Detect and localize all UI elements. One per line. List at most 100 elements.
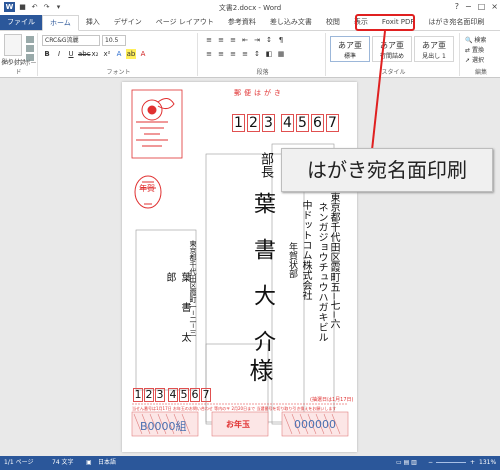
style-normal[interactable]: あア亜 標準: [330, 36, 370, 62]
sender-zip-digit-7: 7: [201, 388, 211, 402]
help-button[interactable]: ?: [455, 0, 459, 14]
stamp-frame: [131, 89, 183, 159]
tab-mailings[interactable]: 差し込み文書: [263, 15, 319, 30]
italic-button[interactable]: I: [54, 49, 64, 59]
close-button[interactable]: ×: [491, 0, 498, 14]
recipient-title: 部長: [258, 152, 273, 178]
tab-file[interactable]: ファイル: [0, 15, 42, 30]
postcard-header: 郵便はがき: [234, 89, 284, 97]
select-label: 選択: [471, 57, 484, 64]
recipient-department: 年賀状部: [287, 242, 297, 278]
style-heading-1[interactable]: あア亜 見出し 1: [414, 36, 454, 62]
status-page[interactable]: 1/1 ページ: [4, 456, 33, 470]
tab-design[interactable]: デザイン: [107, 15, 149, 30]
font-name-combo[interactable]: CRC&G流麗: [42, 35, 100, 46]
ribbon: 貼り付け クリップボード CRC&G流麗 10.5 B I U abc x₂ x…: [0, 31, 500, 78]
superscript-button[interactable]: x²: [102, 49, 112, 59]
status-language[interactable]: 日本語: [98, 456, 116, 470]
decrease-indent-icon[interactable]: ⇤: [240, 35, 250, 45]
increase-indent-icon[interactable]: ⇥: [252, 35, 262, 45]
font-size-combo[interactable]: 10.5: [102, 35, 126, 46]
sender-name: 葉書太郎: [164, 272, 190, 362]
tab-insert[interactable]: 挿入: [79, 15, 107, 30]
replace-button[interactable]: ⇄ 置換: [465, 45, 484, 54]
highlight-icon[interactable]: ab: [126, 49, 136, 59]
numbering-icon[interactable]: ≡: [216, 35, 226, 45]
copy-icon[interactable]: [26, 45, 34, 52]
styles-group-label: スタイル: [381, 69, 406, 76]
paste-button[interactable]: [4, 34, 22, 56]
select-button[interactable]: ➚ 選択: [465, 55, 484, 64]
find-button[interactable]: 🔍 検索: [465, 35, 486, 44]
underline-button[interactable]: U: [66, 49, 76, 59]
tab-references[interactable]: 参考資料: [221, 15, 263, 30]
subscript-button[interactable]: x₂: [90, 49, 100, 59]
callout-label: はがき宛名面印刷: [281, 148, 493, 192]
view-buttons[interactable]: ▭ ▤ ▥: [396, 456, 417, 470]
stamp-text: 年賀: [139, 184, 155, 193]
zip-digit-3: 3: [262, 114, 275, 132]
bullets-icon[interactable]: ≡: [204, 35, 214, 45]
recipient-company: 中ドットコム株式会社: [300, 200, 311, 300]
borders-icon[interactable]: ▦: [276, 49, 286, 59]
align-left-icon[interactable]: ≡: [204, 49, 214, 59]
strike-button[interactable]: abc: [78, 49, 91, 59]
quick-access-toolbar: W ■ ↶ ↷ ▾: [0, 2, 63, 12]
minimize-button[interactable]: −: [465, 0, 472, 14]
text-effect-icon[interactable]: A: [114, 49, 124, 59]
clipboard-group-label: クリップボード: [0, 60, 37, 76]
multilevel-icon[interactable]: ≡: [228, 35, 238, 45]
customize-qat-icon[interactable]: ▾: [54, 3, 63, 12]
zip-digit-2: 2: [247, 114, 260, 132]
align-center-icon[interactable]: ≡: [216, 49, 226, 59]
status-bar: 1/1 ページ 74 文字 ▣ 日本語 ▭ ▤ ▥ − + 131%: [0, 456, 500, 470]
sender-zip-digit-2: 2: [144, 388, 154, 402]
paragraph-group: ≡ ≡ ≡ ⇤ ⇥ ↕ ¶ ≡ ≡ ≡ ≡ ↕ ◧ ▦ 段落: [200, 33, 326, 76]
find-label: 検索: [474, 37, 487, 44]
tab-page-layout[interactable]: ページ レイアウト: [149, 15, 221, 30]
zip-digit-5: 5: [296, 114, 309, 132]
zip-digit-1: 1: [232, 114, 245, 132]
ribbon-tabs: ファイル ホーム 挿入 デザイン ページ レイアウト 参考資料 差し込み文書 校…: [0, 14, 500, 31]
sender-zip-digit-4: 4: [168, 388, 178, 402]
save-icon[interactable]: ■: [18, 3, 27, 12]
sort-icon[interactable]: ↕: [264, 35, 274, 45]
tab-postcard-address-print[interactable]: はがき宛名面印刷: [421, 15, 491, 30]
zip-digit-4: 4: [281, 114, 294, 132]
tab-review[interactable]: 校閲: [319, 15, 347, 30]
proofing-icon[interactable]: ▣: [86, 456, 92, 470]
stamp-flower-center: [147, 105, 157, 115]
undo-icon[interactable]: ↶: [30, 3, 39, 12]
zoom-out-button[interactable]: −: [428, 456, 433, 470]
maximize-button[interactable]: □: [478, 0, 486, 14]
bold-button[interactable]: B: [42, 49, 52, 59]
style-no-spacing[interactable]: あア亜 行間詰め: [372, 36, 412, 62]
lottery-date-note: (抽選日は1月17日): [310, 397, 354, 403]
line-spacing-icon[interactable]: ↕: [252, 49, 262, 59]
tab-home[interactable]: ホーム: [42, 15, 79, 31]
postcard-page[interactable]: 郵便はがき 1 2 3 4 5 6 7 年賀 東京都千代田区霞町五−七−六 ネン…: [122, 82, 357, 452]
style-no-spacing-name: 行間詰め: [379, 53, 404, 60]
show-marks-icon[interactable]: ¶: [276, 35, 286, 45]
style-heading-1-preview: あア亜: [422, 41, 446, 50]
style-no-spacing-preview: あア亜: [380, 41, 404, 50]
zoom-level[interactable]: 131%: [479, 456, 496, 470]
sender-zip-digit-5: 5: [179, 388, 189, 402]
style-normal-name: 標準: [343, 53, 356, 60]
redo-icon[interactable]: ↷: [42, 3, 51, 12]
justify-icon[interactable]: ≡: [240, 49, 250, 59]
shading-icon[interactable]: ◧: [264, 49, 274, 59]
zoom-slider[interactable]: [436, 462, 466, 463]
cut-icon[interactable]: [26, 36, 34, 43]
title-bar: W ■ ↶ ↷ ▾ 文書2.docx - Word ? − □ ×: [0, 0, 500, 14]
status-words[interactable]: 74 文字: [52, 456, 74, 470]
recipient-address-line2: ネンガジョウチュウハガキビル: [316, 202, 327, 342]
font-color-icon[interactable]: A: [138, 49, 148, 59]
lottery-group-number: B0000組: [140, 420, 187, 433]
zip-digit-7: 7: [326, 114, 339, 132]
align-right-icon[interactable]: ≡: [228, 49, 238, 59]
paragraph-row-1: ≡ ≡ ≡ ⇤ ⇥ ↕ ¶: [204, 35, 286, 45]
font-format-row: B I U abc x₂ x² A ab A: [42, 49, 148, 59]
lottery-number: 000000: [294, 418, 336, 431]
zoom-in-button[interactable]: +: [470, 456, 475, 470]
